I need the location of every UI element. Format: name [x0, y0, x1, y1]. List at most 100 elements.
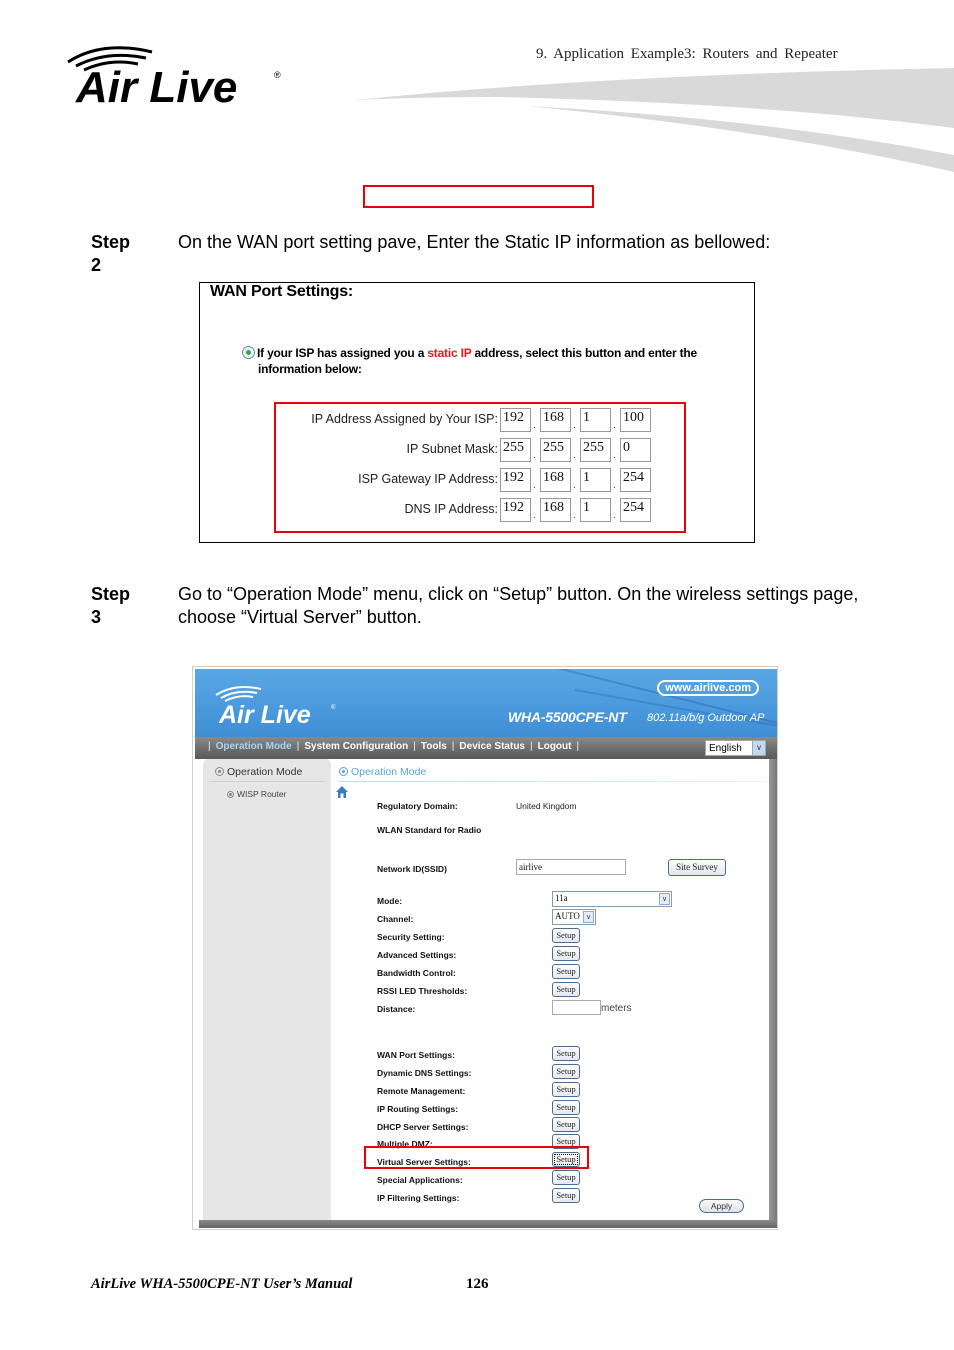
octet-separator: .: [573, 450, 576, 461]
mode-label: Mode:: [377, 896, 403, 906]
mode-select[interactable]: 11a ∨: [552, 891, 672, 907]
nav-logout[interactable]: Logout: [538, 741, 572, 752]
radio-text-line2: information below:: [258, 362, 362, 376]
nav-operation-mode[interactable]: Operation Mode: [216, 741, 292, 752]
nav-menu: | Operation Mode | System Configuration | Too…: [208, 741, 580, 752]
ip-octet-2[interactable]: 168: [540, 408, 571, 432]
home-icon[interactable]: [335, 785, 349, 799]
main-section-title: Operation Mode: [339, 766, 426, 778]
gateway-label: ISP Gateway IP Address:: [358, 472, 498, 486]
website-link[interactable]: www.airlive.com: [657, 680, 759, 696]
static-ip-option[interactable]: If your ISP has assigned you a static IP…: [242, 345, 742, 377]
radio-text-after: address, select this button and enter th…: [471, 346, 697, 360]
octet-separator: .: [533, 480, 536, 491]
footer-manual-title: AirLive WHA-5500CPE-NT User’s Manual: [91, 1276, 353, 1292]
sidebar-item-wisp-router[interactable]: WISP Router: [227, 789, 286, 799]
subnet-octet-3[interactable]: 255: [580, 438, 611, 462]
octet-separator: .: [613, 510, 616, 521]
sidebar-operation-mode[interactable]: Operation Mode: [215, 766, 302, 778]
radio-selected-icon[interactable]: [242, 346, 255, 359]
gateway-octet-3[interactable]: 1: [580, 468, 611, 492]
distance-input[interactable]: [552, 1000, 601, 1015]
dhcp-server-settings-label: DHCP Server Settings:: [377, 1122, 469, 1132]
gateway-octet-4[interactable]: 254: [620, 468, 651, 492]
dynamic-dns-settings-label: Dynamic DNS Settings:: [377, 1068, 472, 1078]
radio-text-highlight: static IP: [427, 346, 472, 360]
gateway-octet-2[interactable]: 168: [540, 468, 571, 492]
octet-separator: .: [613, 450, 616, 461]
rssi-led-thresholds-setup-button[interactable]: Setup: [552, 982, 580, 997]
security-setting-label: Security Setting:: [377, 932, 445, 942]
rssi-led-thresholds-label: RSSI LED Thresholds:: [377, 986, 468, 996]
dns-octet-4[interactable]: 254: [620, 498, 651, 522]
ssid-input[interactable]: airlive: [516, 859, 626, 875]
ip-routing-settings-setup-button[interactable]: Setup: [552, 1100, 580, 1115]
ip-filtering-settings-label: IP Filtering Settings:: [377, 1193, 460, 1203]
apply-button[interactable]: Apply: [699, 1199, 744, 1213]
gateway-octet-1[interactable]: 192: [500, 468, 531, 492]
chevron-down-icon[interactable]: ∨: [583, 911, 594, 923]
advanced-settings-label: Advanced Settings:: [377, 950, 457, 960]
special-applications-label: Special Applications:: [377, 1175, 463, 1185]
router-sidebar: Operation Mode WISP Router: [203, 759, 331, 1220]
ip-routing-settings-label: IP Routing Settings:: [377, 1104, 459, 1114]
dns-octet-3[interactable]: 1: [580, 498, 611, 522]
ip-octet-4[interactable]: 100: [620, 408, 651, 432]
dns-octet-1[interactable]: 192: [500, 498, 531, 522]
highlight-box-empty: [363, 185, 594, 208]
svg-text:®: ®: [274, 70, 281, 80]
chevron-down-icon[interactable]: ∨: [752, 741, 765, 755]
chevron-down-icon[interactable]: ∨: [659, 893, 670, 905]
model-description: 802.11a/b/g Outdoor AP: [647, 712, 765, 724]
router-banner: Air Live ® www.airlive.com WHA-5500CPE-N…: [195, 669, 777, 737]
wan-port-settings-setup-button[interactable]: Setup: [552, 1046, 580, 1061]
target-icon: [227, 791, 234, 798]
distance-unit: meters: [601, 1003, 632, 1014]
dynamic-dns-settings-setup-button[interactable]: Setup: [552, 1064, 580, 1079]
router-airlive-logo: Air Live ®: [215, 686, 336, 727]
octet-separator: .: [573, 420, 576, 431]
wlan-standard-label: WLAN Standard for Radio: [377, 825, 482, 835]
remote-management-setup-button[interactable]: Setup: [552, 1082, 580, 1097]
ip-octet-1[interactable]: 192: [500, 408, 531, 432]
wan-port-settings-label: WAN Port Settings:: [377, 1050, 455, 1060]
subnet-octet-2[interactable]: 255: [540, 438, 571, 462]
divider: [209, 781, 325, 782]
logo-text: Air Live: [75, 63, 237, 108]
nav-device-status[interactable]: Device Status: [459, 741, 525, 752]
octet-separator: .: [533, 510, 536, 521]
language-select[interactable]: English ∨: [705, 740, 766, 756]
octet-separator: .: [573, 480, 576, 491]
bandwidth-control-label: Bandwidth Control:: [377, 968, 456, 978]
security-setting-setup-button[interactable]: Setup: [552, 928, 580, 943]
subnet-octet-4[interactable]: 0: [620, 438, 651, 462]
ip-address-row: IP Address Assigned by Your ISP: 192 . 1…: [276, 408, 686, 432]
step-text: Go to “Operation Mode” menu, click on “S…: [178, 584, 859, 627]
subnet-octet-1[interactable]: 255: [500, 438, 531, 462]
ip-filtering-settings-setup-button[interactable]: Setup: [552, 1188, 580, 1203]
target-icon: [339, 767, 348, 776]
airlive-logo: Air Live ®: [67, 46, 281, 108]
nav-tools[interactable]: Tools: [421, 741, 447, 752]
special-applications-setup-button[interactable]: Setup: [552, 1170, 580, 1185]
dns-row: DNS IP Address: 192 . 168 . 1 . 254: [276, 498, 686, 522]
advanced-settings-setup-button[interactable]: Setup: [552, 946, 580, 961]
nav-system-configuration[interactable]: System Configuration: [304, 741, 408, 752]
dns-octet-2[interactable]: 168: [540, 498, 571, 522]
subnet-mask-label: IP Subnet Mask:: [406, 442, 499, 456]
channel-select[interactable]: AUTO ∨: [552, 909, 596, 925]
octet-separator: .: [613, 480, 616, 491]
dns-label: DNS IP Address:: [404, 502, 498, 516]
regulatory-domain-label: Regulatory Domain:: [377, 801, 458, 811]
page-number: 126: [466, 1276, 489, 1292]
ip-octet-3[interactable]: 1: [580, 408, 611, 432]
site-survey-button[interactable]: Site Survey: [668, 859, 726, 876]
gateway-row: ISP Gateway IP Address: 192 . 168 . 1 . …: [276, 468, 686, 492]
svg-text:®: ®: [331, 704, 336, 711]
bandwidth-control-setup-button[interactable]: Setup: [552, 964, 580, 979]
highlight-box-virtual-server: [364, 1146, 589, 1169]
dhcp-server-settings-setup-button[interactable]: Setup: [552, 1117, 580, 1132]
ip-address-label: IP Address Assigned by Your ISP:: [311, 412, 498, 426]
octet-separator: .: [613, 420, 616, 431]
ssid-label: Network ID(SSID): [377, 864, 447, 874]
